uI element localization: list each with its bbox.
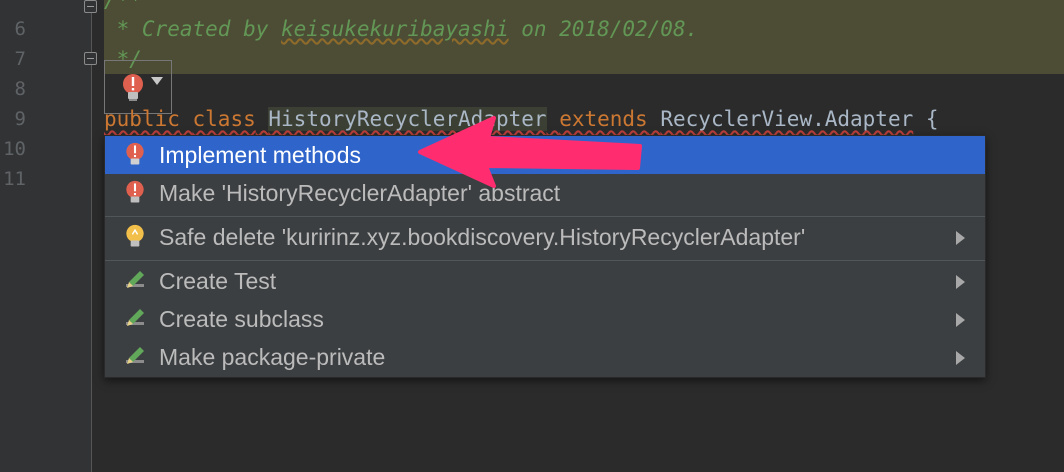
intention-actions-popup: Implement methods Make 'HistoryRecyclerA…	[104, 135, 986, 378]
pencil-icon	[126, 271, 144, 288]
yellow-bulb-icon	[126, 224, 144, 247]
menu-separator	[105, 216, 985, 217]
menu-item-label: Safe delete 'kuririnz.xyz.bookdiscovery.…	[159, 224, 806, 250]
line-number: 9	[14, 108, 26, 130]
submenu-arrow-icon	[956, 275, 965, 289]
doc-comment-author: keisukekuribayashi	[281, 17, 509, 41]
line-number: 8	[14, 78, 26, 100]
menu-item-label: Create subclass	[159, 306, 324, 332]
doc-comment-line: /**	[104, 0, 142, 15]
pencil-icon	[126, 347, 144, 364]
menu-item-label: Create Test	[159, 268, 277, 294]
line-number: 6	[14, 18, 26, 40]
red-bulb-icon	[126, 180, 144, 203]
menu-item-implement-methods[interactable]: Implement methods	[105, 136, 985, 174]
submenu-arrow-icon	[956, 313, 965, 327]
fold-toggle-icon[interactable]	[84, 0, 97, 13]
superclass-name: RecyclerView.Adapter	[660, 107, 914, 131]
fold-toggle-icon[interactable]	[84, 52, 97, 65]
doc-comment-date: on 2018/02/08.	[508, 17, 699, 41]
class-declaration-line: public class HistoryRecyclerAdapter exte…	[104, 104, 939, 134]
pencil-icon	[126, 309, 144, 326]
menu-item-make-package-private[interactable]: Make package-private	[105, 338, 985, 376]
keyword-class: class	[192, 107, 256, 131]
line-number-gutter: 6 7 8 9 10 11	[0, 0, 92, 472]
keyword-extends: extends	[559, 107, 648, 131]
line-number: 11	[3, 168, 26, 190]
red-bulb-icon	[126, 142, 144, 165]
menu-item-label: Make 'HistoryRecyclerAdapter' abstract	[159, 180, 561, 206]
submenu-arrow-icon	[956, 231, 965, 245]
chevron-down-icon	[151, 77, 163, 85]
submenu-arrow-icon	[956, 351, 965, 365]
line-number: 10	[3, 138, 26, 160]
menu-separator	[105, 260, 985, 261]
line-number: 7	[14, 48, 26, 70]
menu-item-create-subclass[interactable]: Create subclass	[105, 300, 985, 338]
menu-item-create-test[interactable]: Create Test	[105, 262, 985, 300]
class-name: HistoryRecyclerAdapter	[268, 107, 547, 131]
open-brace: {	[925, 107, 939, 131]
menu-item-make-abstract[interactable]: Make 'HistoryRecyclerAdapter' abstract	[105, 174, 985, 212]
doc-comment-open: /**	[104, 0, 142, 12]
doc-comment-text: * Created by	[104, 17, 282, 41]
keyword-public: public	[104, 107, 180, 131]
menu-item-label: Make package-private	[159, 344, 386, 370]
red-bulb-icon	[123, 74, 143, 101]
doc-comment-line: * Created by keisukekuribayashi on 2018/…	[104, 14, 699, 44]
menu-item-label: Implement methods	[159, 142, 361, 168]
menu-item-safe-delete[interactable]: Safe delete 'kuririnz.xyz.bookdiscovery.…	[105, 218, 985, 256]
